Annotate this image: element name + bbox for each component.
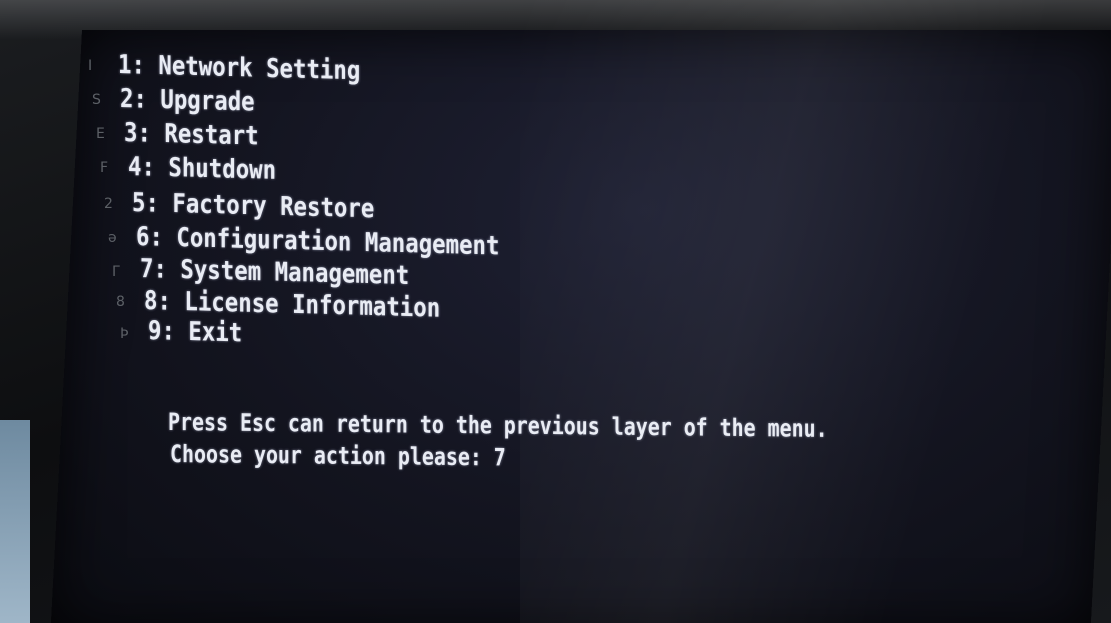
bezel-mark: 8 xyxy=(116,294,125,310)
bezel-mark: 2 xyxy=(104,196,113,212)
menu-item-shutdown[interactable]: 4: Shutdown xyxy=(128,152,276,186)
bezel-mark: Ϸ xyxy=(120,326,129,342)
menu-item-restart[interactable]: 3: Restart xyxy=(124,118,259,152)
photo-frame: I S E F 2 ə Γ 8 Ϸ 1: Network Setting 2: … xyxy=(0,0,1111,623)
menu-item-exit[interactable]: 9: Exit xyxy=(148,316,242,348)
bezel-mark: ə xyxy=(108,230,117,246)
bezel-mark: Γ xyxy=(112,264,120,280)
bezel-mark: E xyxy=(96,126,105,142)
menu-item-network-setting[interactable]: 1: Network Setting xyxy=(118,50,360,86)
action-prompt-input[interactable]: Choose your action please: 7 xyxy=(170,440,506,472)
bezel-mark: I xyxy=(88,58,93,74)
menu-item-upgrade[interactable]: 2: Upgrade xyxy=(120,84,255,118)
bezel-mark: S xyxy=(92,92,101,108)
bezel-mark: F xyxy=(100,160,109,176)
menu-item-factory-restore[interactable]: 5: Factory Restore xyxy=(132,188,374,224)
background-wall xyxy=(0,420,30,623)
